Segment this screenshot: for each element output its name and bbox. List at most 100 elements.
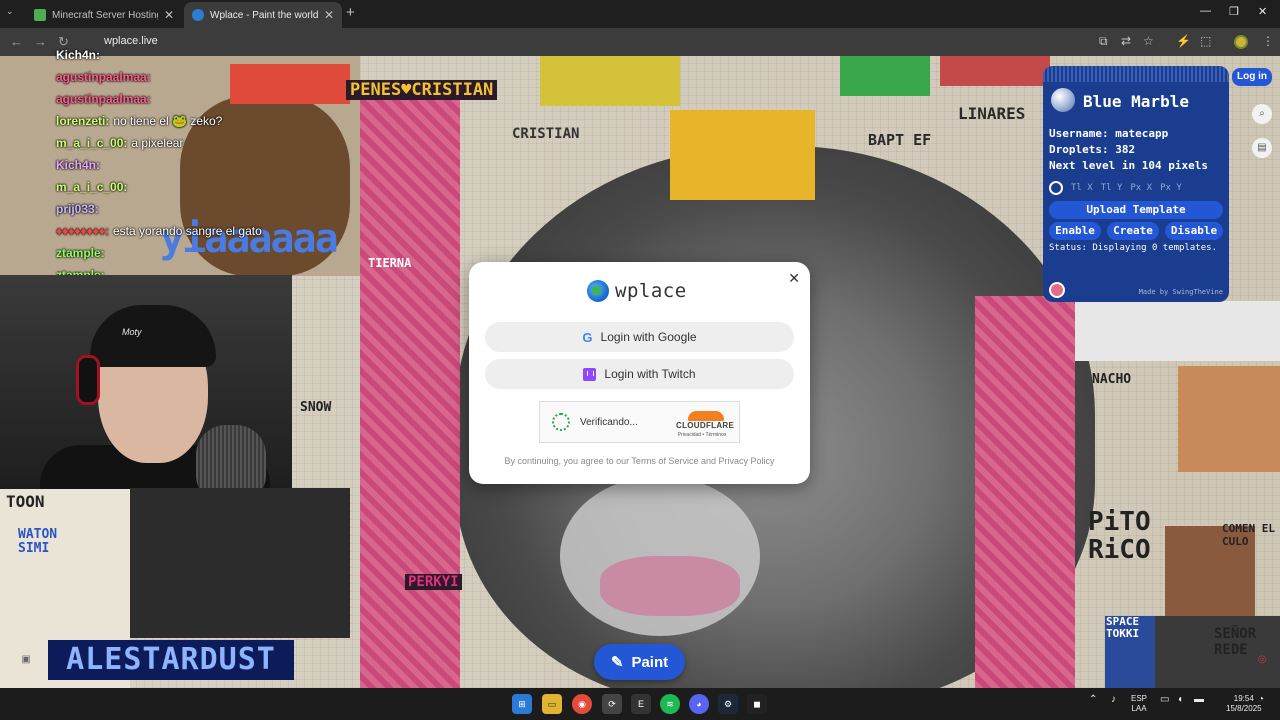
microphone-tray-icon[interactable]: ♪ xyxy=(1111,694,1116,705)
battery-icon[interactable]: ▬ xyxy=(1194,694,1204,705)
stream-chat-overlay: Kich4n: agustinpaalmaa: agustinpaalmaa: lor… xyxy=(56,44,356,286)
network-icon[interactable]: ▭ xyxy=(1160,694,1169,705)
capture-app-icon[interactable]: ◼ xyxy=(747,694,767,714)
chrome-icon[interactable]: ◉ xyxy=(572,694,592,714)
disable-button[interactable]: Disable xyxy=(1165,222,1223,240)
chat-username: agustinpaalmaa: xyxy=(56,92,151,106)
file-explorer-icon[interactable]: ▭ xyxy=(542,694,562,714)
back-icon[interactable]: ← xyxy=(10,34,23,49)
volume-icon[interactable]: ◖ xyxy=(1177,694,1183,705)
clock[interactable]: 19:54 15/8/2025 xyxy=(1226,694,1262,714)
recording-icon[interactable]: ⟳ xyxy=(602,694,622,714)
chat-username: m_a_i_c_00: xyxy=(56,136,128,150)
globe-icon xyxy=(587,280,609,302)
droplets-label: Droplets: xyxy=(1049,143,1109,156)
info-icon[interactable]: ▣ xyxy=(16,650,36,670)
pixel-y-input[interactable]: Px Y xyxy=(1160,183,1182,193)
restore-icon[interactable]: ❐ xyxy=(1229,5,1239,18)
terms-text: By continuing, you agree to our Terms of… xyxy=(504,456,775,466)
tab-list-icon[interactable]: ⌄ xyxy=(6,6,14,17)
profile-avatar[interactable] xyxy=(1234,35,1248,49)
made-by-text: Made by SwingTheVine xyxy=(1138,288,1223,296)
clock-time: 19:54 xyxy=(1233,694,1254,703)
menu-kebab-icon[interactable]: ⋮ xyxy=(1262,34,1274,48)
paint-button[interactable]: ✎ Paint xyxy=(594,644,685,680)
layers-icon[interactable]: ▤ xyxy=(1252,138,1272,158)
extension-icon[interactable]: ⚡ xyxy=(1176,34,1191,48)
windows-taskbar: ⊞ ▭ ◉ ⟳ E ≋ ◕ ⚙ ◼ ⌃ ♪ ▭ ◖ ▬ ◔ xyxy=(0,688,1280,720)
username-row: Username: matecapp xyxy=(1049,127,1168,140)
translate-icon[interactable]: ⇄ xyxy=(1121,34,1131,48)
tab-title: Minecraft Server Hosting - Spa xyxy=(52,9,158,21)
login-twitch-button[interactable]: Login with Twitch xyxy=(485,359,794,389)
cloudflare-links[interactable]: Privacidad • Términos xyxy=(676,432,728,438)
lang-line2: LAA xyxy=(1131,704,1147,713)
screen: ⌄ Minecraft Server Hosting - Spa ✕ Wplac… xyxy=(0,0,1280,720)
login-google-button[interactable]: G Login with Google xyxy=(485,322,794,352)
close-tab-icon[interactable]: ✕ xyxy=(164,8,174,22)
discord-icon[interactable]: ◕ xyxy=(689,694,709,714)
canvas-text: CRISTIAN xyxy=(512,126,580,142)
tab-wplace[interactable]: Wplace - Paint the world ✕ xyxy=(184,2,342,28)
search-icon[interactable]: ⌕ xyxy=(1252,104,1272,124)
droplets-row: Droplets: 382 xyxy=(1049,143,1135,156)
chat-username: agustinpaalmaa: xyxy=(56,70,151,84)
forward-icon[interactable]: → xyxy=(34,34,47,49)
extensions-puzzle-icon[interactable]: ⬚ xyxy=(1200,34,1211,48)
login-button[interactable]: Log in xyxy=(1232,68,1272,86)
canvas-text: BAPT EF xyxy=(868,131,932,149)
steam-icon[interactable]: ⚙ xyxy=(718,694,738,714)
verifying-text: Verificando... xyxy=(580,417,638,428)
tile-x-input[interactable]: Tl X xyxy=(1071,183,1093,193)
cloudflare-cloud-icon xyxy=(688,411,724,421)
location-icon[interactable]: ◎ xyxy=(1252,650,1272,670)
canvas-text: SPACE TOKKI xyxy=(1106,615,1140,640)
panel-title: Blue Marble xyxy=(1083,92,1189,111)
chat-message: ♦♦♦♦♦♦♦♦: esta yorando sangre el gato xyxy=(56,220,356,242)
cloudflare-brand: CLOUDFLARE xyxy=(676,421,735,430)
install-app-icon[interactable]: ⧉ xyxy=(1099,34,1108,49)
settings-icon[interactable] xyxy=(1049,282,1065,298)
chat-username: ♦♦♦♦♦♦♦♦: xyxy=(56,224,109,238)
minecraft-favicon-icon xyxy=(34,9,46,21)
epic-games-icon[interactable]: E xyxy=(631,694,651,714)
spotify-icon[interactable]: ≋ xyxy=(660,694,680,714)
chat-message: agustinpaalmaa: xyxy=(56,88,356,110)
webcam-overlay: Moty xyxy=(0,275,292,489)
close-icon[interactable]: ✕ xyxy=(788,270,800,287)
panel-drag-handle[interactable] xyxy=(1043,66,1229,82)
beanie-logo: Moty xyxy=(122,327,142,337)
bookmark-star-icon[interactable]: ☆ xyxy=(1143,34,1154,48)
login-modal: ✕ wplace G Login with Google Login with … xyxy=(469,262,810,484)
tile-y-input[interactable]: Tl Y xyxy=(1101,183,1123,193)
blue-marble-panel: Blue Marble Username: matecapp Droplets:… xyxy=(1043,66,1229,302)
pink-heart-column xyxy=(975,296,1075,688)
enable-button[interactable]: Enable xyxy=(1049,222,1101,240)
status-text: Status: Displaying 0 templates. xyxy=(1049,243,1217,253)
next-level-value: 104 xyxy=(1141,159,1162,172)
close-tab-icon[interactable]: ✕ xyxy=(324,8,334,22)
login-twitch-label: Login with Twitch xyxy=(604,367,696,381)
chat-message: m_a_i_c_00: xyxy=(56,176,356,198)
new-tab-icon[interactable]: + xyxy=(346,4,355,21)
crown-pixel-art xyxy=(670,110,815,200)
chat-text: no tiene el 🐸 zeko? xyxy=(113,114,223,128)
pin-icon[interactable] xyxy=(1049,181,1063,195)
canvas-text: LINARES xyxy=(958,104,1026,123)
clock-date: 15/8/2025 xyxy=(1226,704,1262,713)
cloudflare-captcha[interactable]: Verificando... CLOUDFLARE Privacidad • T… xyxy=(539,401,740,443)
start-icon[interactable]: ⊞ xyxy=(512,694,532,714)
close-window-icon[interactable]: ✕ xyxy=(1258,5,1267,18)
pixel-art-block xyxy=(840,56,930,96)
upload-template-button[interactable]: Upload Template xyxy=(1049,201,1223,219)
alestardust-banner: ALESTARDUST xyxy=(48,640,294,680)
create-button[interactable]: Create xyxy=(1107,222,1159,240)
tab-minecraft[interactable]: Minecraft Server Hosting - Spa ✕ xyxy=(26,2,182,28)
next-level-row: Next level in 104 pixels xyxy=(1049,159,1208,172)
tray-overflow-icon[interactable]: ⌃ xyxy=(1089,694,1097,705)
language-indicator[interactable]: ESP LAA xyxy=(1131,694,1147,714)
minimize-icon[interactable]: — xyxy=(1200,5,1211,17)
tab-title: Wplace - Paint the world xyxy=(210,9,318,21)
pixel-x-input[interactable]: Px X xyxy=(1130,183,1152,193)
dog-pixel-art xyxy=(130,488,350,638)
